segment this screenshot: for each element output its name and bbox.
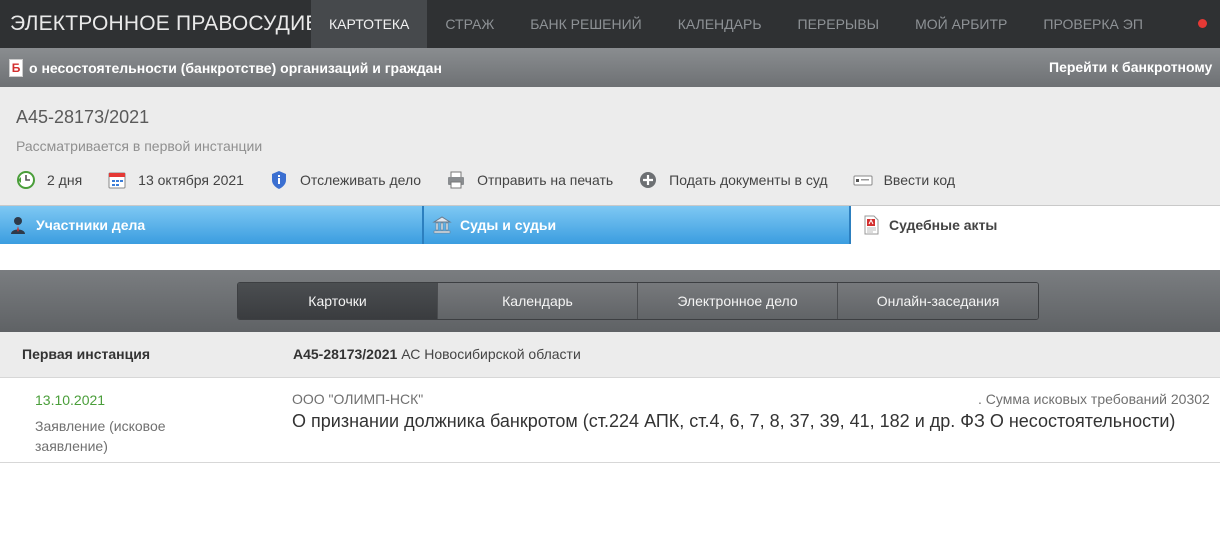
subtab-cards[interactable]: Карточки bbox=[238, 283, 438, 319]
tab-courts-judges-label: Суды и судьи bbox=[460, 217, 557, 233]
person-icon bbox=[8, 215, 28, 235]
notification-dot-icon[interactable] bbox=[1198, 19, 1207, 28]
printer-icon bbox=[446, 170, 466, 190]
document-type: Заявление (исковое заявление) bbox=[35, 418, 166, 454]
nav-item-pereryvy[interactable]: ПЕРЕРЫВЫ bbox=[780, 0, 898, 48]
instance-label: Первая инстанция bbox=[22, 346, 150, 362]
submit-documents-button[interactable]: Подать документы в суд bbox=[638, 170, 828, 190]
nav-item-proverka-ep[interactable]: ПРОВЕРКА ЭП bbox=[1025, 0, 1161, 48]
nav-item-kalendar[interactable]: КАЛЕНДАРЬ bbox=[660, 0, 780, 48]
main-menu: КАРТОТЕКА СТРАЖ БАНК РЕШЕНИЙ КАЛЕНДАРЬ П… bbox=[311, 0, 1161, 48]
instance-case-number[interactable]: А45-28173/2021 bbox=[293, 346, 397, 362]
tab-judicial-acts-label: Судебные акты bbox=[889, 217, 998, 233]
subtab-calendar[interactable]: Календарь bbox=[438, 283, 638, 319]
keycard-icon bbox=[853, 170, 873, 190]
case-status: Рассматривается в первой инстанции bbox=[16, 138, 263, 154]
nav-item-strazh[interactable]: СТРАЖ bbox=[427, 0, 512, 48]
calendar-icon bbox=[107, 170, 127, 190]
document-date: 13.10.2021 bbox=[35, 392, 106, 408]
print-button[interactable]: Отправить на печать bbox=[446, 170, 613, 190]
case-header: А45-28173/2021 Рассматривается в первой … bbox=[0, 87, 1220, 206]
instance-case: А45-28173/2021 АС Новосибирской области bbox=[293, 346, 581, 362]
enter-code-button[interactable]: Ввести код bbox=[853, 170, 955, 190]
site-logo[interactable]: ЭЛЕКТРОННОЕ ПРАВОСУДИЕ bbox=[0, 12, 319, 36]
document-subject-link[interactable]: О признании должника банкротом (ст.224 А… bbox=[292, 411, 1175, 432]
view-switcher: Карточки Календарь Электронное дело Онла… bbox=[237, 282, 1039, 320]
track-case-button[interactable]: Отслеживать дело bbox=[269, 170, 421, 190]
bankruptcy-bar: Б о несостоятельности (банкротстве) орга… bbox=[0, 48, 1220, 87]
nav-item-bank-resheniy[interactable]: БАНК РЕШЕНИЙ bbox=[512, 0, 659, 48]
document-row: 13.10.2021 Заявление (исковое заявление)… bbox=[0, 378, 1220, 463]
go-to-bankruptcy-link[interactable]: Перейти к банкротному bbox=[1049, 59, 1212, 75]
nav-item-kartoteka[interactable]: КАРТОТЕКА bbox=[311, 0, 428, 48]
instance-court: АС Новосибирской области bbox=[401, 346, 581, 362]
enter-code-label: Ввести код bbox=[883, 172, 956, 188]
case-number: А45-28173/2021 bbox=[16, 107, 150, 127]
pdf-document-icon bbox=[861, 215, 881, 235]
date-label: 13 октября 2021 bbox=[138, 172, 244, 188]
top-navigation: ЭЛЕКТРОННОЕ ПРАВОСУДИЕ КАРТОТЕКА СТРАЖ Б… bbox=[0, 0, 1220, 48]
case-actions: 2 дня 13 октября 2021 Отслеживать дело О… bbox=[16, 169, 980, 191]
tab-participants-label: Участники дела bbox=[36, 217, 146, 233]
courthouse-icon bbox=[432, 215, 452, 235]
shield-icon bbox=[269, 170, 289, 190]
claim-sum: . Сумма исковых требований 20302 bbox=[978, 391, 1210, 407]
nav-item-moy-arbitr[interactable]: МОЙ АРБИТР bbox=[897, 0, 1025, 48]
subtab-electronic-case[interactable]: Электронное дело bbox=[638, 283, 838, 319]
print-label: Отправить на печать bbox=[477, 172, 614, 188]
tab-participants[interactable]: Участники дела bbox=[0, 206, 424, 244]
submit-documents-label: Подать документы в суд bbox=[669, 172, 828, 188]
clock-icon bbox=[16, 170, 36, 190]
track-case-label: Отслеживать дело bbox=[299, 172, 422, 188]
subtab-online-hearings[interactable]: Онлайн-заседания bbox=[838, 283, 1038, 319]
instance-header: Первая инстанция А45-28173/2021 АС Новос… bbox=[0, 332, 1220, 378]
tab-courts-judges[interactable]: Суды и судьи bbox=[424, 206, 851, 244]
duration-info: 2 дня bbox=[16, 170, 82, 190]
duration-label: 2 дня bbox=[47, 172, 83, 188]
view-switcher-bar: Карточки Календарь Электронное дело Онла… bbox=[0, 270, 1220, 332]
plus-circle-icon bbox=[638, 170, 658, 190]
tab-judicial-acts[interactable]: Судебные акты bbox=[851, 206, 1220, 244]
document-party: ООО "ОЛИМП-НСК" bbox=[292, 391, 424, 407]
bankruptcy-title: о несостоятельности (банкротстве) органи… bbox=[29, 59, 442, 76]
date-info: 13 октября 2021 bbox=[107, 170, 244, 190]
case-tabs: Участники дела Суды и судьи Судебные акт… bbox=[0, 206, 1220, 244]
bankruptcy-document-icon: Б bbox=[9, 58, 23, 77]
